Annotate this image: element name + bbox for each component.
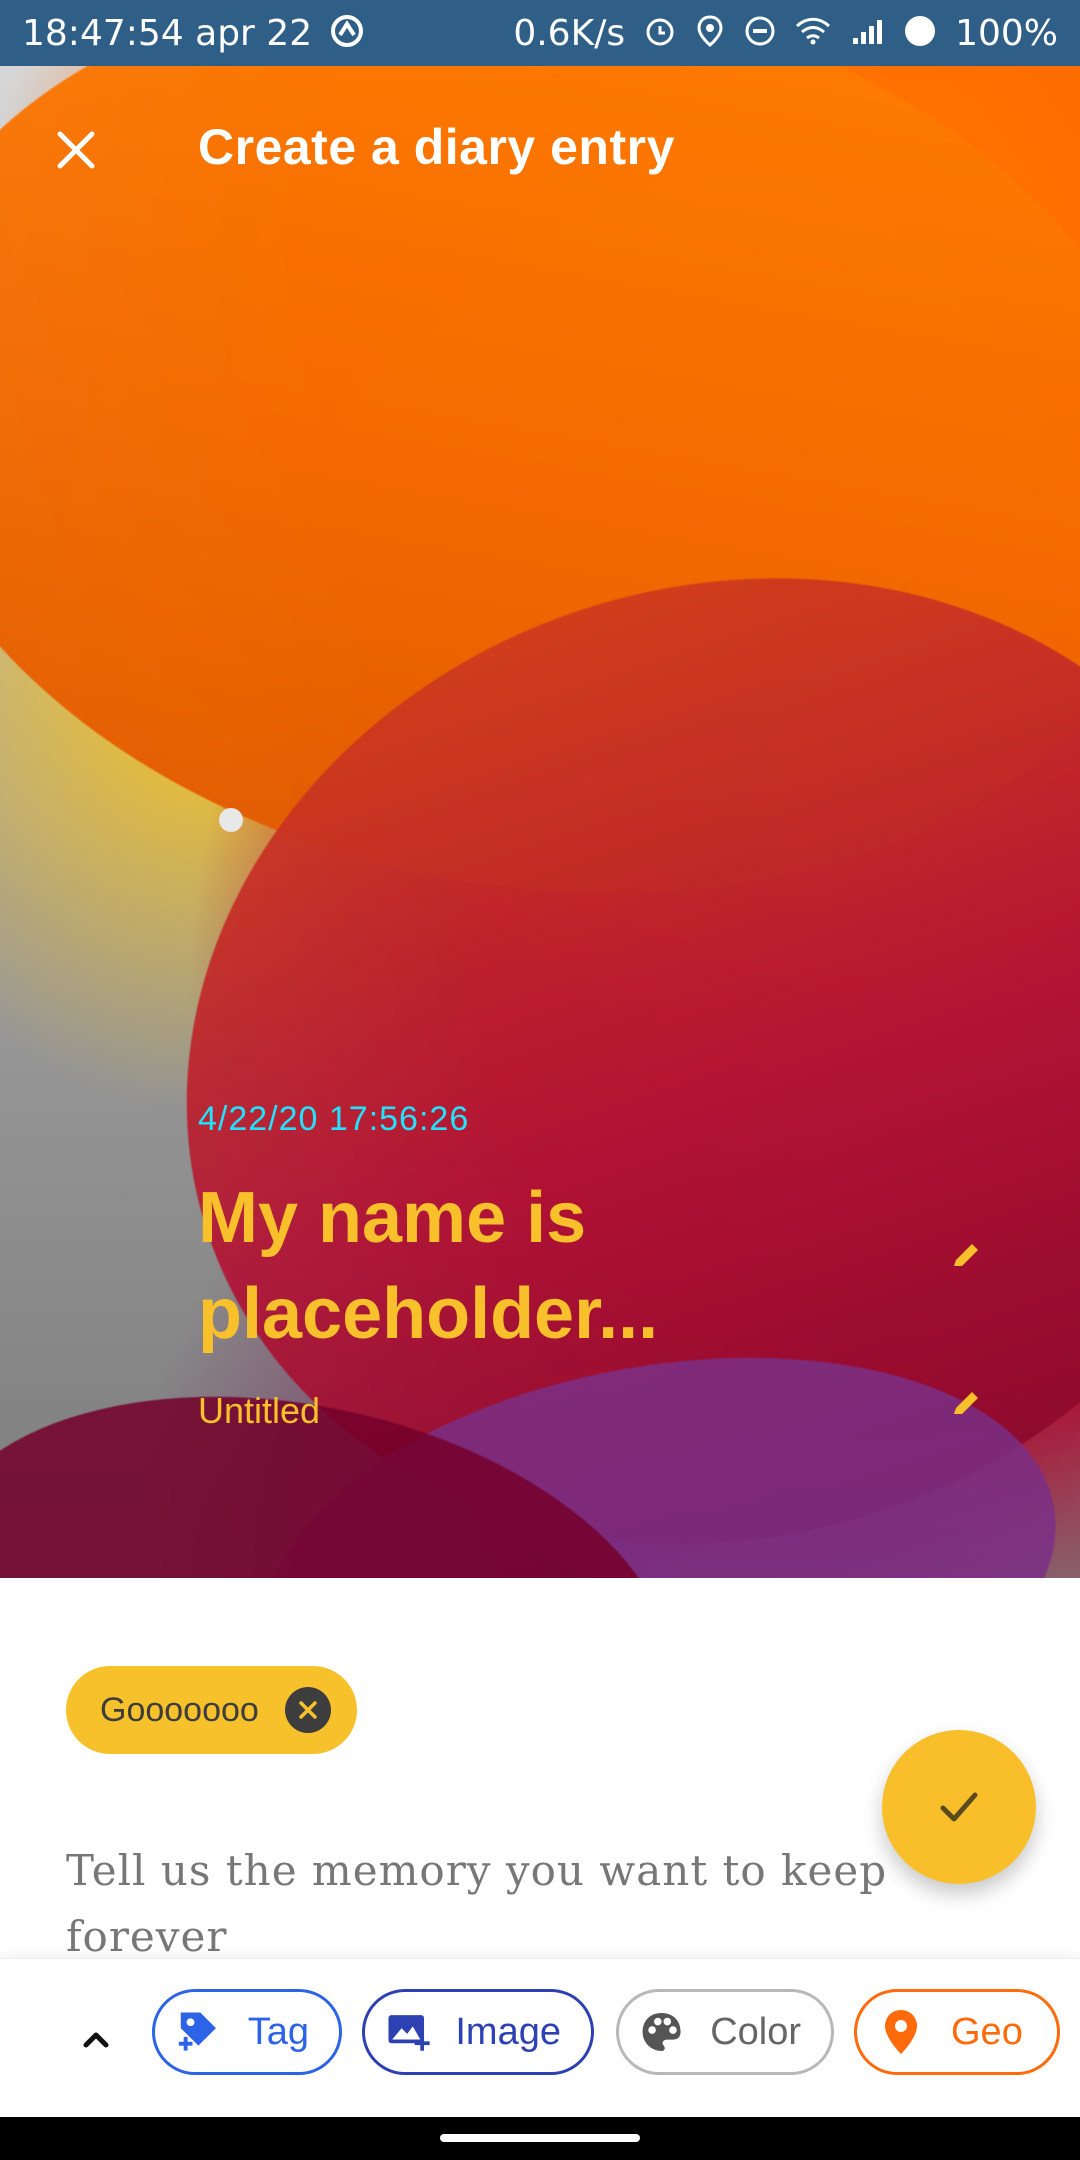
wifi-icon (795, 16, 831, 51)
app-notification-icon (330, 14, 364, 53)
image-add-icon (388, 2015, 430, 2051)
app-bar: Create a diary entry (0, 66, 1080, 226)
memory-text-field[interactable]: Tell us the memory you want to keep fore… (66, 1838, 966, 1970)
close-button[interactable] (44, 118, 108, 182)
geo-button[interactable]: Geo (854, 1989, 1060, 2075)
check-icon (940, 1792, 978, 1822)
close-icon (299, 1701, 317, 1719)
tag-chip-label: Gooooooo (100, 1690, 259, 1729)
navigation-bar (0, 2116, 1080, 2160)
color-button-label: Color (710, 2010, 801, 2053)
page-title: Create a diary entry (198, 119, 675, 175)
color-button[interactable]: Color (616, 1989, 834, 2075)
tag-button[interactable]: Tag (152, 1989, 342, 2075)
alarm-icon (643, 14, 677, 53)
edit-subtitle-button[interactable] (946, 1384, 986, 1424)
palette-icon (642, 2013, 681, 2051)
status-left: 18:47:54 apr 22 (22, 13, 364, 54)
pencil-icon (954, 1392, 978, 1414)
battery-icon (903, 14, 937, 53)
bottom-toolbar: Tag Image Color Geo (0, 1958, 1080, 2117)
location-icon (695, 14, 725, 53)
battery-level: 100% (955, 12, 1058, 54)
home-gesture-handle[interactable] (440, 2134, 640, 2142)
expand-toolbar-button[interactable] (56, 1999, 136, 2079)
location-pin-icon (885, 2010, 917, 2054)
wallpaper-dot (219, 808, 243, 832)
image-button[interactable]: Image (362, 1989, 594, 2075)
chevron-up-icon (83, 2032, 109, 2048)
status-right: 0.6K/s 100% (513, 13, 1058, 54)
network-speed: 0.6K/s (513, 12, 626, 54)
remove-tag-button[interactable] (284, 1687, 331, 1733)
save-entry-button[interactable] (882, 1730, 1036, 1884)
entry-content: Gooooooo Tell us the memory you want to … (0, 1578, 1080, 1961)
signal-icon (849, 16, 885, 51)
do-not-disturb-icon (743, 14, 777, 53)
entry-title[interactable]: My name is placeholder... (198, 1170, 898, 1362)
entry-subtitle[interactable]: Untitled (198, 1390, 320, 1432)
entry-timestamp[interactable]: 4/22/20 17:56:26 (198, 1100, 469, 1139)
status-bar: 18:47:54 apr 22 0.6K/s 100% (0, 0, 1080, 66)
close-icon (57, 131, 95, 169)
image-button-label: Image (455, 2010, 561, 2053)
edit-title-button[interactable] (946, 1236, 986, 1276)
tag-button-label: Tag (247, 2010, 309, 2053)
pencil-icon (954, 1244, 978, 1266)
tag-add-icon (178, 2012, 216, 2051)
tag-chip[interactable]: Gooooooo (66, 1666, 357, 1754)
status-time-date: 18:47:54 apr 22 (22, 12, 313, 54)
geo-button-label: Geo (951, 2010, 1023, 2053)
